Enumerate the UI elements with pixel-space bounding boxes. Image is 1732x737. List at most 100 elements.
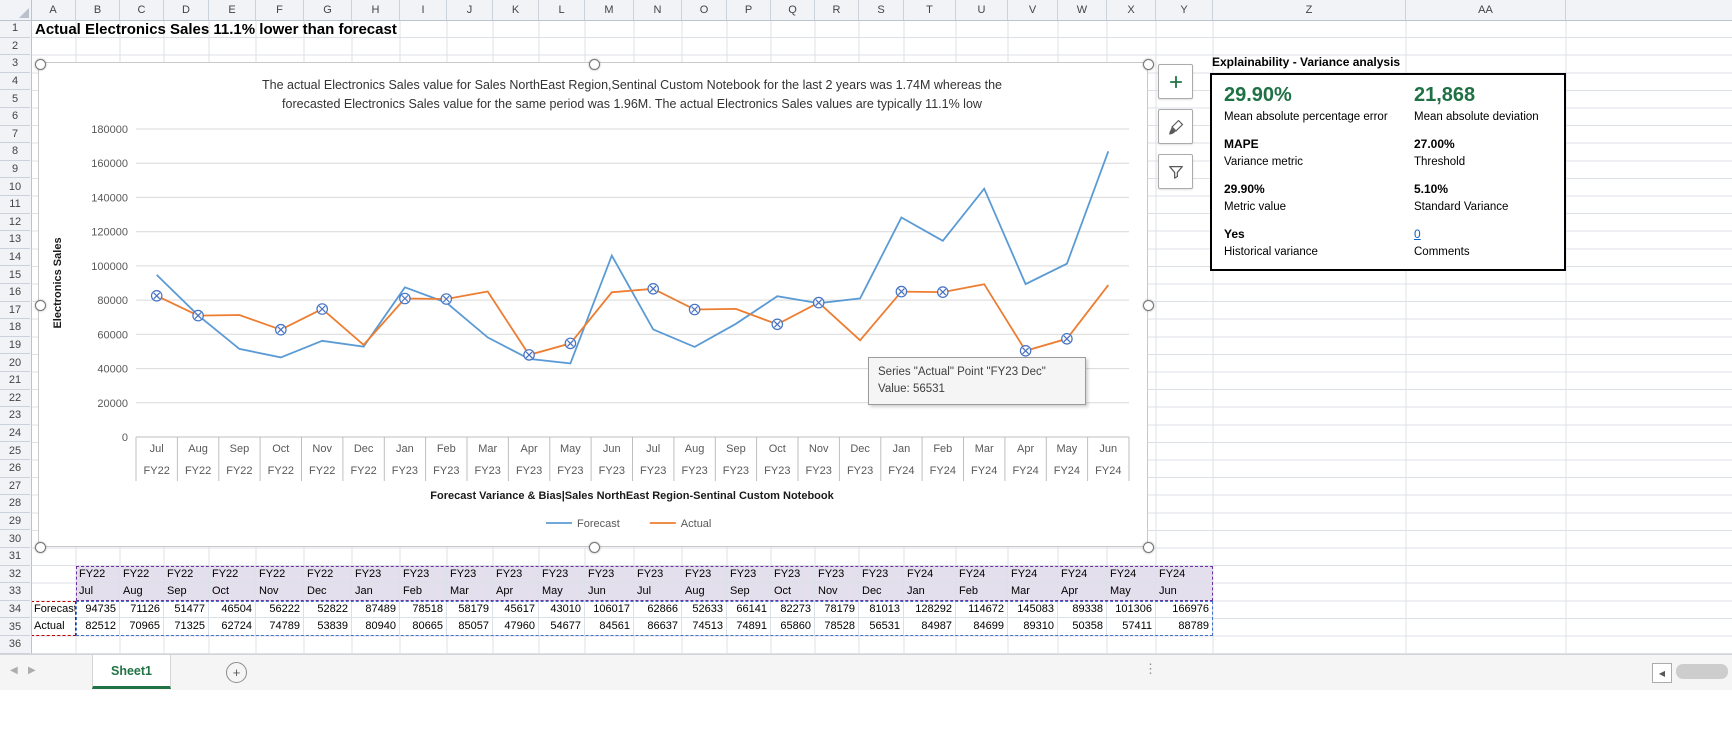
- horizontal-scrollbar-thumb[interactable]: [1676, 664, 1728, 679]
- row-header-19[interactable]: 19: [0, 337, 30, 355]
- column-header-d[interactable]: D: [164, 0, 209, 20]
- anomaly-marker-icon[interactable]: [192, 309, 204, 322]
- tab-area-splitter[interactable]: ⋮: [1144, 661, 1157, 677]
- month-cell[interactable]: Oct: [209, 583, 256, 601]
- row-header-17[interactable]: 17: [0, 302, 30, 320]
- row-header-21[interactable]: 21: [0, 372, 30, 390]
- forecast-value-cell[interactable]: 114672: [956, 600, 1008, 619]
- forecast-value-cell[interactable]: 52822: [304, 600, 352, 619]
- chart-resize-handle[interactable]: [588, 58, 600, 70]
- series-forecast-line[interactable]: [156, 150, 1110, 365]
- row-header-11[interactable]: 11: [0, 196, 30, 214]
- row-header-3[interactable]: 3: [0, 55, 30, 73]
- actual-value-cell[interactable]: 85057: [447, 618, 493, 636]
- actual-value-cell[interactable]: 71325: [164, 618, 209, 636]
- anomaly-marker-icon[interactable]: [316, 303, 328, 315]
- actual-value-cell[interactable]: 74513: [682, 618, 727, 636]
- row-header-16[interactable]: 16: [0, 284, 30, 302]
- month-cell[interactable]: Jan: [352, 583, 400, 601]
- fy-cell[interactable]: FY23: [493, 565, 539, 584]
- actual-value-cell[interactable]: 80665: [400, 618, 447, 636]
- actual-label-cell[interactable]: Actual: [31, 618, 76, 636]
- row-header-29[interactable]: 29: [0, 513, 30, 531]
- column-header-h[interactable]: H: [352, 0, 400, 20]
- fy-cell[interactable]: FY23: [539, 565, 585, 584]
- row-header-2[interactable]: 2: [0, 38, 30, 56]
- month-cell[interactable]: Apr: [1058, 583, 1107, 601]
- actual-value-cell[interactable]: 70965: [120, 618, 164, 636]
- row-header-7[interactable]: 7: [0, 126, 30, 144]
- select-all-corner[interactable]: [0, 0, 32, 21]
- actual-value-cell[interactable]: 65860: [771, 618, 815, 636]
- column-header-m[interactable]: M: [585, 0, 634, 20]
- actual-value-cell[interactable]: 47960: [493, 618, 539, 636]
- anomaly-marker-icon[interactable]: [150, 290, 163, 302]
- row-header-30[interactable]: 30: [0, 530, 30, 548]
- actual-value-cell[interactable]: 50358: [1058, 618, 1107, 636]
- actual-value-cell[interactable]: 84699: [956, 618, 1008, 636]
- forecast-value-cell[interactable]: 71126: [120, 600, 164, 619]
- anomaly-marker-icon[interactable]: [936, 286, 949, 298]
- column-header-e[interactable]: E: [209, 0, 256, 20]
- row-header-1[interactable]: 1: [0, 20, 30, 38]
- row-header-9[interactable]: 9: [0, 161, 30, 179]
- fy-cell[interactable]: FY23: [352, 565, 400, 584]
- series-actual-line[interactable]: [156, 283, 1110, 356]
- column-header-n[interactable]: N: [634, 0, 682, 20]
- forecast-value-cell[interactable]: 81013: [859, 600, 904, 619]
- fy-cell[interactable]: FY22: [304, 565, 352, 584]
- fy-cell[interactable]: FY23: [634, 565, 682, 584]
- month-cell[interactable]: Sep: [164, 583, 209, 601]
- month-cell[interactable]: Jul: [634, 583, 682, 601]
- row-header-20[interactable]: 20: [0, 354, 30, 372]
- fy-cell[interactable]: FY23: [815, 565, 859, 584]
- forecast-value-cell[interactable]: 78179: [815, 600, 859, 619]
- column-header-t[interactable]: T: [904, 0, 956, 20]
- forecast-value-cell[interactable]: 58179: [447, 600, 493, 619]
- sheet-tab-sheet1[interactable]: Sheet1: [92, 655, 171, 689]
- anomaly-marker-icon[interactable]: [523, 349, 535, 361]
- month-cell[interactable]: May: [539, 583, 585, 601]
- add-sheet-button[interactable]: +: [226, 662, 247, 683]
- column-header-i[interactable]: I: [400, 0, 447, 20]
- forecast-value-cell[interactable]: 62866: [634, 600, 682, 619]
- scroll-left-button[interactable]: ◀: [1652, 663, 1672, 683]
- legend-actual[interactable]: Actual: [681, 518, 712, 530]
- column-header-u[interactable]: U: [956, 0, 1008, 20]
- row-header-34[interactable]: 34: [0, 601, 30, 619]
- row-header-10[interactable]: 10: [0, 178, 30, 196]
- fy-cell[interactable]: FY23: [447, 565, 493, 584]
- fy-cell[interactable]: FY24: [956, 565, 1008, 584]
- sheet-nav-left-icon[interactable]: ◀: [10, 665, 18, 676]
- row-header-27[interactable]: 27: [0, 478, 30, 496]
- month-cell[interactable]: Aug: [120, 583, 164, 601]
- fy-cell[interactable]: FY22: [256, 565, 304, 584]
- month-cell[interactable]: Dec: [304, 583, 352, 601]
- forecast-value-cell[interactable]: 94735: [76, 600, 120, 619]
- row-header-5[interactable]: 5: [0, 90, 30, 108]
- row-header-36[interactable]: 36: [0, 636, 30, 654]
- column-header-q[interactable]: Q: [771, 0, 815, 20]
- chart-resize-handle[interactable]: [1142, 541, 1154, 553]
- column-header-f[interactable]: F: [256, 0, 304, 20]
- forecast-value-cell[interactable]: 51477: [164, 600, 209, 619]
- column-header-a[interactable]: A: [31, 0, 76, 20]
- actual-value-cell[interactable]: 80940: [352, 618, 400, 636]
- anomaly-marker-icon[interactable]: [275, 323, 287, 336]
- chart-styles-button[interactable]: [1158, 109, 1193, 144]
- actual-value-cell[interactable]: 53839: [304, 618, 352, 636]
- anomaly-marker-icon[interactable]: [688, 303, 701, 316]
- row-header-31[interactable]: 31: [0, 548, 30, 566]
- forecast-label-cell[interactable]: Forecast: [31, 600, 76, 619]
- anomaly-marker-icon[interactable]: [895, 285, 908, 298]
- chart-resize-handle[interactable]: [1142, 300, 1154, 311]
- chart-resize-handle[interactable]: [588, 541, 600, 553]
- forecast-value-cell[interactable]: 145083: [1008, 600, 1058, 619]
- month-cell[interactable]: Jun: [1156, 583, 1213, 601]
- month-cell[interactable]: Dec: [859, 583, 904, 601]
- column-header-o[interactable]: O: [682, 0, 727, 20]
- forecast-value-cell[interactable]: 46504: [209, 600, 256, 619]
- row-header-26[interactable]: 26: [0, 460, 30, 478]
- actual-value-cell[interactable]: 54677: [539, 618, 585, 636]
- chart-elements-button[interactable]: [1158, 64, 1193, 99]
